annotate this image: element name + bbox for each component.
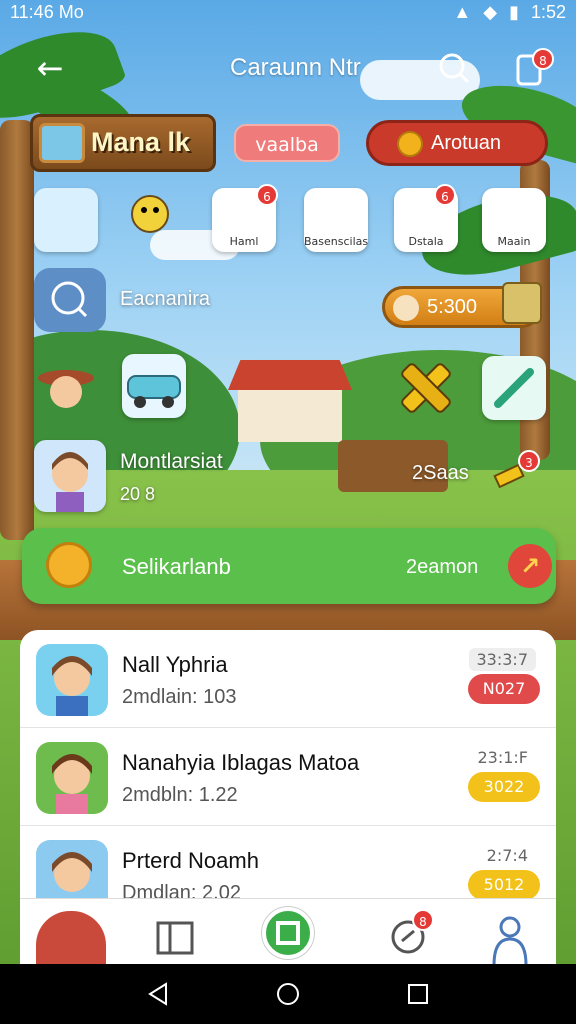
- list-item-sub: 2mdlain: 103: [122, 686, 237, 708]
- list-item-tag[interactable]: 3022: [468, 772, 540, 802]
- list-item-time: 2:7:4: [486, 846, 528, 865]
- signal-icon: ▲: [453, 2, 472, 22]
- shortcut-badge: 6: [256, 184, 278, 206]
- app-bar: ← Caraunn Ntr 8: [0, 40, 576, 96]
- sign-label: Mana lk: [91, 127, 191, 157]
- list-item-tag[interactable]: N027: [468, 674, 540, 704]
- shortcut-tile-6[interactable]: Maain: [482, 188, 546, 252]
- list-item-sub: 2mdbln: 1.22: [122, 784, 238, 806]
- app-title: Caraunn Ntr: [230, 54, 361, 81]
- list-avatar: [36, 742, 108, 814]
- action-bar-sub-label: 2eamon: [406, 556, 479, 578]
- list-item-name: Prterd Noamh: [122, 848, 259, 873]
- list-item[interactable]: Nanahyia Iblagas Matoa 2mdbln: 1.22 23:1…: [20, 728, 556, 826]
- tools-icon[interactable]: [398, 360, 454, 416]
- status-icons: ▲ ◆ ▮ 1:52: [453, 2, 566, 23]
- search-icon[interactable]: [434, 48, 474, 88]
- shortcut-label: Basenscilas: [304, 235, 368, 248]
- shortcut-tile-4[interactable]: Basenscilas: [304, 188, 368, 252]
- arrow-icon[interactable]: ↗: [508, 544, 552, 588]
- list-item-tag[interactable]: 5012: [468, 870, 540, 900]
- tab-gear-icon[interactable]: 8: [384, 909, 434, 959]
- status-battery: 1:52: [530, 2, 566, 22]
- profile-avatar[interactable]: [34, 440, 106, 512]
- pink-pill-label: vaalba: [255, 134, 319, 156]
- hat-avatar-icon[interactable]: [36, 358, 96, 416]
- clipboard-icon[interactable]: 8: [510, 48, 554, 88]
- wifi-icon: ◆: [483, 2, 498, 22]
- back-icon[interactable]: [146, 982, 170, 1010]
- tab-center-icon[interactable]: [262, 907, 314, 959]
- list-item-name: Nanahyia Iblagas Matoa: [122, 750, 360, 775]
- coin-icon: [393, 295, 419, 321]
- list-item-time: 33:3:7: [468, 648, 536, 671]
- tab-badge: 8: [412, 909, 434, 931]
- red-pill-button[interactable]: Arotuan: [366, 120, 548, 166]
- coins-value: 5:300: [427, 296, 478, 318]
- tab-stats-icon[interactable]: [152, 909, 202, 959]
- car-tile[interactable]: [122, 354, 186, 418]
- battery-icon: ▮: [509, 2, 519, 22]
- coin-icon: [397, 131, 423, 157]
- search-row-label: Eacnanira: [120, 288, 211, 310]
- tab-profile-icon[interactable]: [486, 909, 536, 966]
- list-avatar: [36, 644, 108, 716]
- tab-bar: 8: [20, 898, 556, 966]
- map-icon[interactable]: [502, 282, 542, 324]
- profile-badge: 3: [518, 450, 540, 472]
- status-time: 11:46 Mo: [10, 2, 84, 22]
- shortcut-tile-1[interactable]: [34, 188, 98, 252]
- shortcut-label: Haml: [229, 235, 259, 248]
- list-item-name: Nall Yphria: [122, 652, 228, 677]
- search-button[interactable]: [34, 268, 106, 332]
- shortcut-label: Dstala: [408, 235, 444, 248]
- map-sign[interactable]: Mana lk: [30, 114, 216, 172]
- item-list: Nall Yphria 2mdlain: 103 33:3:7 N027 Nan…: [20, 630, 556, 904]
- edit-tile[interactable]: [482, 356, 546, 420]
- map-icon: [39, 123, 85, 163]
- list-item[interactable]: Nall Yphria 2mdlain: 103 33:3:7 N027: [20, 630, 556, 728]
- shortcut-badge: 6: [434, 184, 456, 206]
- profile-name: Montlarsiat: [120, 450, 223, 473]
- medal-icon: [46, 542, 92, 588]
- action-bar-label: Selikarlanb: [122, 554, 231, 579]
- pink-pill-button[interactable]: vaalba: [234, 124, 340, 162]
- circle-home-icon[interactable]: [276, 982, 300, 1010]
- list-avatar: [36, 840, 108, 904]
- system-navbar: [0, 964, 576, 1024]
- profile-value: 20 8: [120, 484, 156, 504]
- back-arrow-icon[interactable]: ←: [30, 48, 70, 88]
- action-bar[interactable]: Selikarlanb 2eamon ↗: [22, 528, 556, 604]
- profile-right-label: 2Saas: [412, 462, 469, 484]
- shortcut-label: Maain: [497, 235, 531, 248]
- shortcut-tile-2[interactable]: [122, 188, 186, 252]
- status-bar: 11:46 Mo ▲ ◆ ▮ 1:52: [0, 0, 576, 26]
- notification-badge: 8: [532, 48, 554, 70]
- tab-home-icon[interactable]: [36, 911, 106, 965]
- recents-icon[interactable]: [406, 982, 430, 1010]
- red-pill-label: Arotuan: [431, 132, 502, 154]
- list-item[interactable]: Prterd Noamh Dmdlan: 2.02 2:7:4 5012: [20, 826, 556, 904]
- list-item-time: 23:1:F: [477, 748, 528, 767]
